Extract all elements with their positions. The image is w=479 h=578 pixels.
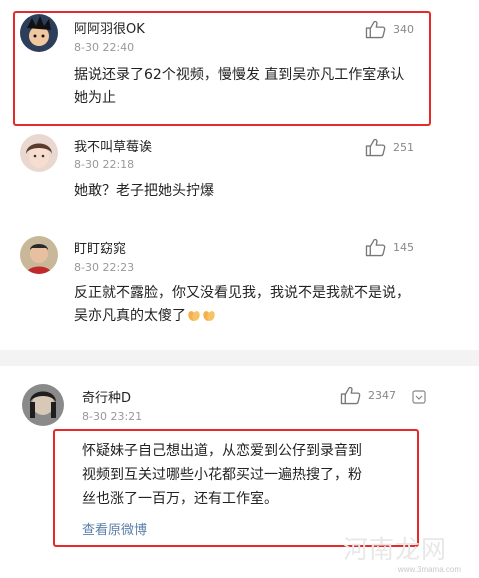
comment-text: 她敢？老子把她头拧爆: [74, 180, 434, 203]
comment-line: 她为止: [74, 90, 116, 106]
timestamp: 8-30 22:40: [74, 41, 135, 54]
timestamp: 8-30 22:23: [74, 261, 135, 274]
avatar[interactable]: [20, 14, 58, 52]
comment-text: 据说还录了62个视频，慢慢发 直到吴亦凡工作室承认 她为止: [74, 64, 434, 110]
like-button[interactable]: 340: [365, 20, 414, 39]
comment-text: 怀疑妹子自己想出道，从恋爱到公仔到录音到 视频到互关过哪些小花都买过一遍热搜了，…: [82, 439, 422, 511]
thumbs-up-icon: [340, 386, 361, 405]
watermark: 河南龙网 www.3mama.com: [311, 530, 461, 574]
more-icon[interactable]: [412, 390, 426, 404]
comment-line: 反正就不露脸，你又没看见我，我说不是我就不是说，: [74, 285, 410, 301]
comment-text: 反正就不露脸，你又没看见我，我说不是我就不是说， 吴亦凡真的太傻了: [74, 282, 454, 328]
view-original-weibo-link[interactable]: 查看原微博: [82, 519, 147, 538]
comment-line: 怀疑妹子自己想出道，从恋爱到公仔到录音到: [82, 443, 362, 459]
comment-line: 视频到互关过哪些小花都买过一遍热搜了，粉: [82, 467, 362, 483]
username[interactable]: 盯盯窈窕: [74, 238, 126, 257]
comment-line: 吴亦凡真的太傻了: [74, 305, 454, 328]
username[interactable]: 奇行种D: [82, 387, 131, 406]
comment-line: 丝也涨了一百万，还有工作室。: [82, 491, 278, 507]
comment-3: 盯盯窈窕 8-30 22:23 145 反正就不露脸，你又没看见我，我说不是我就…: [0, 226, 479, 344]
like-count: 145: [393, 241, 414, 254]
comment-line: 她敢？老子把她头拧爆: [74, 183, 214, 199]
like-count: 2347: [368, 389, 396, 402]
clap-emoji-icon: [203, 311, 215, 321]
clap-emoji-icon: [188, 311, 200, 321]
like-button[interactable]: 251: [365, 138, 414, 157]
thumbs-up-icon: [365, 138, 386, 157]
watermark-text: 河南龙网: [342, 535, 447, 564]
avatar[interactable]: [22, 384, 64, 426]
username[interactable]: 我不叫草莓诶: [74, 136, 152, 155]
avatar[interactable]: [20, 134, 58, 172]
like-count: 251: [393, 141, 414, 154]
avatar[interactable]: [20, 236, 58, 274]
timestamp: 8-30 23:21: [82, 410, 143, 423]
comment-line-text: 吴亦凡真的太傻了: [74, 308, 186, 324]
section-separator: [0, 350, 479, 366]
comment-1: 阿阿羽很OK 8-30 22:40 340 据说还录了62个视频，慢慢发 直到吴…: [0, 0, 479, 130]
thumbs-up-icon: [365, 20, 386, 39]
watermark-url: www.3mama.com: [397, 565, 461, 574]
timestamp: 8-30 22:18: [74, 158, 135, 171]
comment-line: 据说还录了62个视频，慢慢发 直到吴亦凡工作室承认: [74, 67, 405, 83]
comment-2: 我不叫草莓诶 8-30 22:18 251 她敢？老子把她头拧爆: [0, 130, 479, 226]
like-button[interactable]: 2347: [340, 386, 396, 405]
username[interactable]: 阿阿羽很OK: [74, 18, 145, 37]
thumbs-up-icon: [365, 238, 386, 257]
like-button[interactable]: 145: [365, 238, 414, 257]
like-count: 340: [393, 23, 414, 36]
